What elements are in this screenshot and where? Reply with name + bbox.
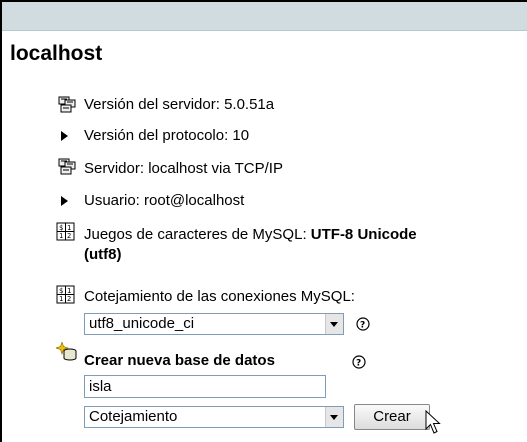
mouse-pointer-icon [425, 410, 443, 436]
new-database-sparkle-icon [56, 342, 78, 362]
new-database-collation-select[interactable]: Cotejamiento [84, 406, 344, 428]
svg-text:1: 1 [59, 232, 63, 240]
svg-text:2: 2 [67, 232, 71, 240]
server-connection: Servidor: localhost via TCP/IP [84, 160, 283, 177]
charset-label: Juegos de caracteres de MySQL: [84, 226, 311, 243]
help-circle-icon[interactable]: ? [352, 355, 366, 369]
new-database-name-input[interactable]: isla [84, 375, 326, 398]
charset-value-utf8: (utf8) [84, 246, 122, 263]
connection-collation-value: utf8_unicode_ci [89, 315, 195, 332]
collation-label: Cotejamiento de las conexiones MySQL: [84, 288, 355, 305]
new-database-name-value: isla [89, 378, 112, 395]
svg-text:1: 1 [67, 224, 71, 232]
panel-header-bar [2, 2, 527, 31]
page-title: localhost [10, 42, 103, 65]
user-info: Usuario: root@localhost [84, 192, 245, 209]
chevron-down-icon[interactable] [325, 314, 343, 334]
create-database-button[interactable]: Crear [354, 404, 430, 430]
svg-text:?: ? [356, 359, 361, 369]
new-database-collation-value: Cotejamiento [89, 408, 178, 425]
charset-table-icon: $ 1 1 2 [56, 285, 76, 305]
charset-table-icon: $ 1 1 2 [56, 222, 76, 242]
triangle-bullet-icon [61, 131, 68, 141]
svg-text:$: $ [59, 224, 63, 232]
server-version: Versión del servidor: 5.0.51a [84, 96, 275, 113]
svg-text:1: 1 [59, 295, 63, 303]
svg-text:?: ? [360, 321, 365, 331]
chevron-down-icon[interactable] [325, 407, 343, 427]
server-stack-icon [58, 158, 78, 176]
mysql-charset-info: Juegos de caracteres de MySQL: UTF-8 Uni… [84, 225, 417, 265]
protocol-version: Versión del protocolo: 10 [84, 127, 250, 144]
svg-text:$: $ [59, 287, 63, 295]
svg-text:1: 1 [67, 287, 71, 295]
triangle-bullet-icon [61, 196, 68, 206]
connection-collation-select[interactable]: utf8_unicode_ci [84, 313, 344, 335]
create-db-label: Crear nueva base de datos [84, 352, 275, 369]
server-stack-icon [58, 96, 78, 114]
charset-value: UTF-8 Unicode [310, 226, 417, 243]
svg-text:2: 2 [67, 295, 71, 303]
help-circle-icon[interactable]: ? [356, 317, 370, 331]
